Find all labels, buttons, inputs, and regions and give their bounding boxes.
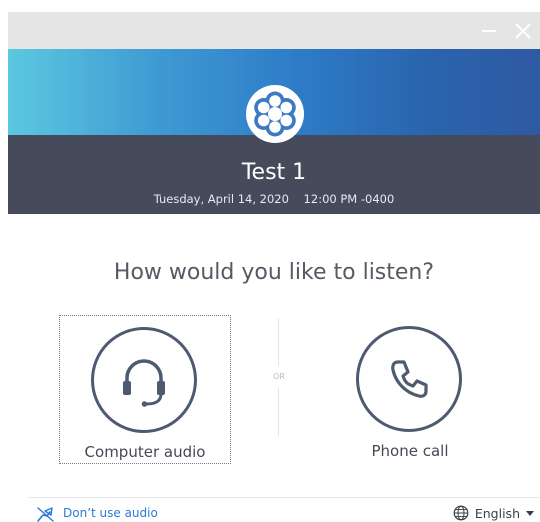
dont-use-audio-label: Don’t use audio (63, 506, 158, 520)
language-label: English (474, 505, 520, 521)
dont-use-audio-link[interactable]: Don’t use audio (36, 505, 158, 522)
divider-top (278, 318, 279, 366)
computer-audio-circle (91, 327, 197, 433)
meeting-datetime: Tuesday, April 14, 2020 12:00 PM -0400 (153, 192, 395, 206)
close-icon (515, 22, 531, 39)
globe-icon (453, 505, 469, 521)
language-selector[interactable]: English (453, 504, 534, 522)
minimize-icon (482, 29, 496, 32)
chevron-down-icon (526, 510, 534, 516)
headset-icon (123, 359, 165, 407)
audio-setup-window: Test 1 Tuesday, April 14, 2020 12:00 PM … (0, 0, 540, 522)
phone-call-label: Phone call (371, 442, 449, 460)
phone-icon (391, 360, 428, 398)
phone-call-option[interactable]: Phone call (325, 315, 497, 464)
divider-bottom (278, 388, 279, 436)
title-bar (8, 12, 540, 49)
minimize-button[interactable] (472, 12, 506, 49)
computer-audio-option[interactable]: Computer audio (59, 315, 231, 464)
no-audio-icon (37, 506, 54, 522)
listen-question: How would you like to listen? (113, 260, 435, 285)
or-separator: OR (273, 372, 285, 381)
footer-divider (28, 497, 540, 498)
phone-call-circle (356, 326, 462, 432)
meeting-title: Test 1 (241, 160, 307, 185)
meeting-header: Test 1 Tuesday, April 14, 2020 12:00 PM … (8, 49, 540, 214)
computer-audio-label: Computer audio (84, 443, 206, 461)
flower-logo-icon (246, 85, 304, 143)
close-button[interactable] (506, 12, 540, 49)
